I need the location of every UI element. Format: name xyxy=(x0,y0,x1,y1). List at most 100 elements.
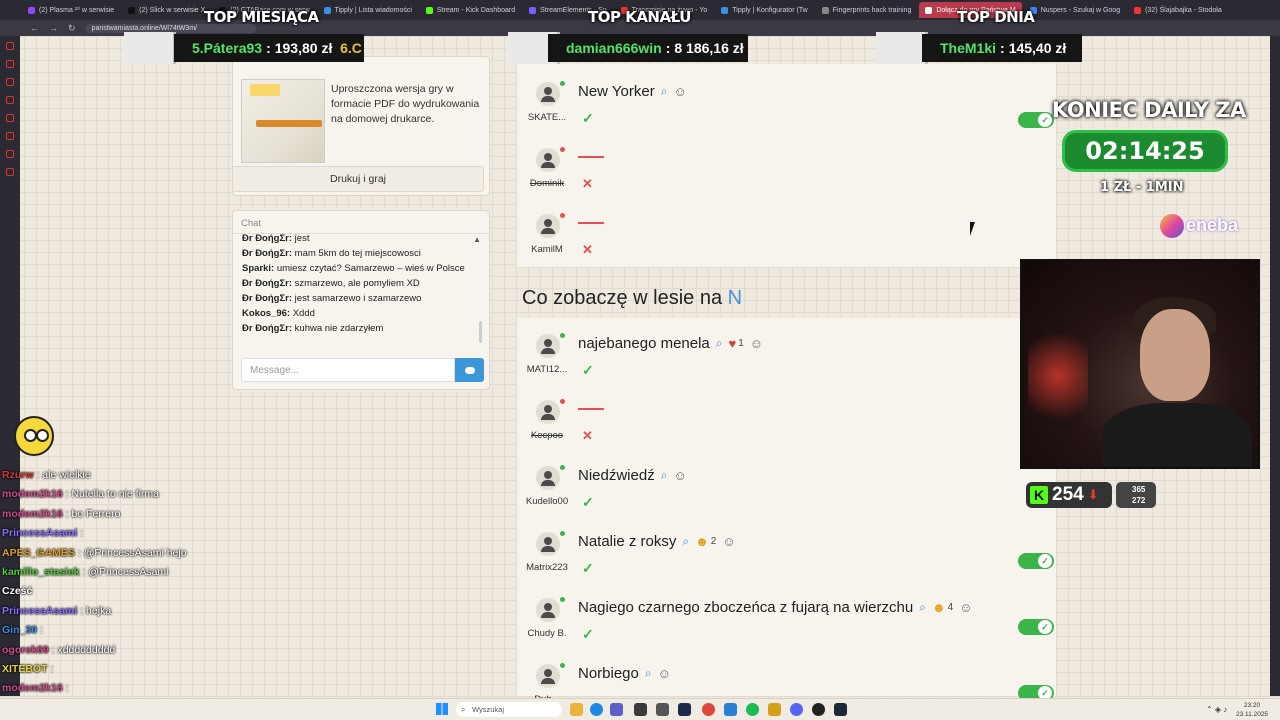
accept-toggle[interactable] xyxy=(1018,553,1054,569)
opera-icon[interactable] xyxy=(702,703,715,716)
sidebar-icon[interactable] xyxy=(6,42,14,50)
top-channel-box: damian666win:8 186,16 zł xyxy=(548,34,748,62)
viewer-down: 272 xyxy=(1132,496,1146,505)
add-reaction-icon[interactable]: ☺ xyxy=(658,666,671,681)
answer-text: najebanego menela xyxy=(578,335,710,352)
stream-chat-line: modem2k16 : xyxy=(2,682,69,694)
search-icon[interactable]: ⌕ xyxy=(661,468,668,483)
kick-viewer-counter: K 254 ⬇ xyxy=(1026,482,1112,508)
sidebar-icon[interactable] xyxy=(6,168,14,176)
search-icon[interactable]: ⌕ xyxy=(919,600,926,615)
spotify-icon[interactable] xyxy=(746,703,759,716)
stream-chat-line: Cześć xyxy=(2,585,32,597)
sidebar-icon[interactable] xyxy=(6,114,14,122)
reaction-badge[interactable]: ♥ 1 xyxy=(729,336,744,351)
teams-icon[interactable] xyxy=(610,703,623,716)
pencil-image xyxy=(256,120,322,127)
question-text: Co zobaczę w lesie na xyxy=(522,287,723,309)
sidebar-icon[interactable] xyxy=(6,132,14,140)
stream-chat-line: modem2k16 : bo Ferrero xyxy=(2,508,120,520)
search-icon[interactable]: ⌕ xyxy=(716,336,723,351)
sidebar-icon[interactable] xyxy=(6,60,14,68)
back-icon[interactable]: ← xyxy=(30,23,39,33)
tab-favicon-icon xyxy=(925,6,933,14)
browser-tab[interactable]: Tipply | Lista wiadomości xyxy=(318,2,418,18)
daily-countdown-timer: 02:14:25 xyxy=(1062,130,1228,172)
add-reaction-icon[interactable]: ☺ xyxy=(959,600,972,615)
search-icon[interactable]: ⌕ xyxy=(661,84,668,99)
system-tray[interactable]: ⌃ ◈ ♪ xyxy=(1206,705,1227,714)
reaction-badge[interactable]: ☻ 4 xyxy=(932,600,953,615)
chat-message-input[interactable]: Message... xyxy=(241,358,455,382)
cross-icon: ✕ xyxy=(582,176,593,191)
browser-tab[interactable]: Nuspers - Szukaj w Goog xyxy=(1024,2,1126,18)
top-month-label: TOP MIESIĄCA xyxy=(204,8,319,26)
obs-icon[interactable] xyxy=(812,703,825,716)
forward-icon[interactable]: → xyxy=(49,23,58,33)
sidebar-icon[interactable] xyxy=(6,96,14,104)
browser-tab[interactable]: (32) Ślajabajka - Stodoła xyxy=(1128,2,1228,18)
edge-icon[interactable] xyxy=(590,703,603,716)
reaction-badge[interactable]: ☻ 2 xyxy=(695,534,716,549)
app-icon[interactable] xyxy=(724,703,737,716)
chat-message: Ðr ÐoήgΣr: jest samarzewo i szamarzewo xyxy=(242,291,472,306)
tab-favicon-icon xyxy=(529,6,537,14)
accept-toggle[interactable] xyxy=(1018,112,1054,128)
avatar-icon xyxy=(536,82,560,106)
eneba-logo-icon xyxy=(1160,214,1184,238)
tab-label: (32) Ślajabajka - Stodoła xyxy=(1145,6,1222,14)
sidebar-icon[interactable] xyxy=(6,150,14,158)
add-reaction-icon[interactable]: ☺ xyxy=(673,84,686,99)
stream-chat-text: : xddddddddd xyxy=(51,643,116,656)
status-dot xyxy=(560,333,565,338)
windows-start-icon[interactable] xyxy=(436,703,448,715)
stream-chat-text: : xyxy=(80,527,84,540)
stream-chat-line: PrincessAsami : xyxy=(2,527,83,539)
terminal-icon[interactable] xyxy=(678,703,691,716)
chat-message: Ðr ÐoήgΣr: szmarzewo, ale pomyliem XD xyxy=(242,276,472,291)
add-reaction-icon[interactable]: ☺ xyxy=(750,336,763,351)
file-explorer-icon[interactable] xyxy=(570,703,583,716)
tab-favicon-icon xyxy=(323,6,331,14)
answer: Nagiego czarnego zboczeńca z fujarą na w… xyxy=(578,599,972,616)
stream-chat-username: XITEBOT xyxy=(2,663,48,675)
chat-username: Kokos_96: xyxy=(242,308,291,319)
player-name: Dominik xyxy=(529,178,565,189)
browser-tab[interactable]: (2) Plasma ²⁰ w serwisie xyxy=(22,2,120,18)
app-icon[interactable] xyxy=(768,703,781,716)
question-title: Co zobaczę w lesie na N xyxy=(522,287,742,310)
print-and-play-button[interactable]: Drukuj i graj xyxy=(232,166,484,192)
browser-tab[interactable]: Tipply | Konfigurator (Tw xyxy=(715,2,813,18)
reload-icon[interactable]: ↻ xyxy=(68,23,76,34)
stream-chat-username: PrincessAsami xyxy=(2,527,78,540)
chat-scrollbar[interactable] xyxy=(479,321,482,343)
heart-icon: ♥ xyxy=(728,336,737,351)
accept-toggle[interactable] xyxy=(1018,619,1054,635)
add-reaction-icon[interactable]: ☺ xyxy=(722,534,735,549)
browser-tab[interactable]: Stream - Kick Dashboard xyxy=(420,2,521,18)
browser-scrollbar[interactable] xyxy=(1270,36,1280,696)
answer-row: Matrix223 Natalie z roksy ⌕ ☻ 2 ☺ ✓ xyxy=(516,520,1056,586)
steam-icon[interactable] xyxy=(834,703,847,716)
app-icon[interactable] xyxy=(634,703,647,716)
discord-icon[interactable] xyxy=(790,703,803,716)
app-icon[interactable] xyxy=(656,703,669,716)
answer-text: Natalie z roksy xyxy=(578,533,677,550)
stream-chat-username: Gin_30 xyxy=(2,624,38,637)
send-button[interactable] xyxy=(455,358,484,382)
stream-chat-line: ogorek69 : xddddddddd xyxy=(2,644,115,656)
sidebar-icon[interactable] xyxy=(6,78,14,86)
stream-chat-line: APES_GAMES : @PrincessAsami hejo xyxy=(2,547,187,559)
player-name: SKATE... xyxy=(527,112,567,123)
search-icon[interactable]: ⌕ xyxy=(682,534,689,549)
add-reaction-icon[interactable]: ☺ xyxy=(673,468,686,483)
taskbar-search[interactable]: ⌕ Wyszukaj xyxy=(456,702,562,717)
browser-tab[interactable]: (2) Slick w serwisie X xyxy=(122,2,211,18)
answer-text: Niedźwiedź xyxy=(578,467,655,484)
search-icon[interactable]: ⌕ xyxy=(645,666,652,681)
avatar-icon xyxy=(536,598,560,622)
game-logo xyxy=(250,84,280,96)
taskbar-clock[interactable]: 23:20 23.11.2025 xyxy=(1236,701,1268,719)
browser-tab[interactable]: Fingerprints hack training xyxy=(816,2,918,18)
scroll-up-icon[interactable]: ▲ xyxy=(473,235,481,244)
